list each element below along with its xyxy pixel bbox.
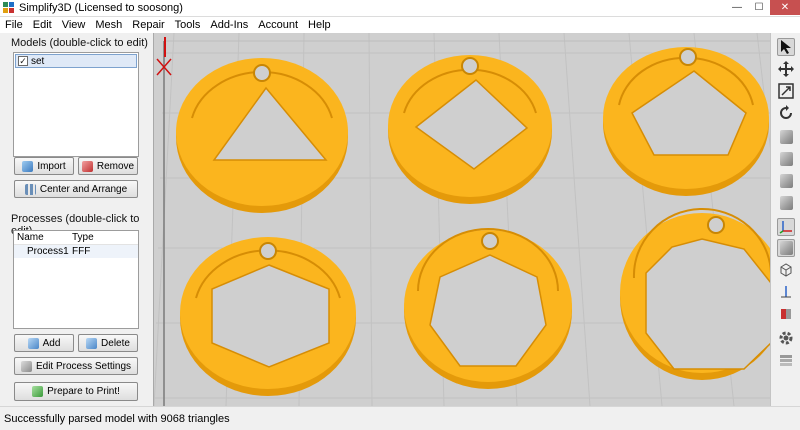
menu-bar: File Edit View Mesh Repair Tools Add-Ins…: [0, 17, 800, 33]
import-button[interactable]: Import: [14, 157, 74, 175]
right-toolbar: [770, 33, 800, 406]
rotate-icon: [780, 105, 792, 119]
print-icon: [32, 386, 44, 397]
edit-process-settings-button[interactable]: Edit Process Settings: [14, 357, 138, 375]
3d-viewport[interactable]: [153, 33, 770, 406]
menu-add-ins[interactable]: Add-Ins: [205, 18, 253, 32]
rotate-tool-button[interactable]: [777, 104, 795, 122]
scale-icon: [778, 83, 794, 99]
processes-table[interactable]: Name Type Process1 FFF: [13, 230, 139, 329]
view-side-icon: [779, 174, 793, 188]
cross-section-icon: [781, 309, 791, 319]
axis-icon: [779, 221, 792, 234]
prepare-to-print-button[interactable]: Prepare to Print!: [14, 382, 138, 401]
window-title: Simplify3D (Licensed to soosong): [19, 2, 183, 14]
menu-help[interactable]: Help: [303, 18, 336, 32]
status-bar: Successfully parsed model with 9068 tria…: [0, 406, 800, 430]
wireframe-cube-icon: [780, 263, 792, 277]
process-type: FFF: [72, 246, 91, 257]
menu-file[interactable]: File: [0, 18, 28, 32]
column-type[interactable]: Type: [72, 232, 94, 243]
edit-settings-icon: [20, 360, 32, 372]
move-icon: [778, 61, 794, 77]
import-icon: [22, 160, 34, 172]
menu-account[interactable]: Account: [253, 18, 303, 32]
minimize-button[interactable]: —: [726, 0, 748, 15]
z-axis-icon: [781, 286, 791, 298]
view-side-button[interactable]: [777, 172, 795, 190]
model-visible-checkbox[interactable]: ✓: [18, 56, 28, 66]
solid-view-button[interactable]: [777, 239, 795, 257]
model-item-set[interactable]: ✓ set: [15, 54, 137, 68]
view-top-button[interactable]: [777, 150, 795, 168]
pendant-triangle: [176, 58, 348, 213]
select-tool-button[interactable]: [777, 38, 795, 56]
pendant-pentagon: [603, 47, 769, 196]
menu-view[interactable]: View: [57, 18, 91, 32]
wireframe-view-button[interactable]: [777, 261, 795, 279]
delete-icon: [86, 337, 98, 349]
center-arrange-button[interactable]: Center and Arrange: [14, 180, 138, 198]
pendant-square: [388, 55, 552, 204]
arrange-icon: [24, 183, 36, 195]
view-front-icon: [779, 130, 793, 144]
maximize-button[interactable]: ☐: [748, 0, 770, 15]
process-name: Process1: [27, 246, 69, 257]
layers-button[interactable]: [777, 351, 795, 369]
view-iso-button[interactable]: [777, 194, 795, 212]
show-axis-button[interactable]: [777, 218, 795, 236]
pendant-heptagon: [404, 228, 572, 389]
processes-table-header: Name Type: [14, 231, 138, 245]
left-panel: Models (double-click to edit) ✓ set Impo…: [0, 33, 153, 406]
add-icon: [27, 337, 39, 349]
build-plate-scene: [154, 33, 770, 406]
select-arrow-icon: [781, 40, 791, 54]
cross-section-button[interactable]: [777, 305, 795, 323]
models-label: Models (double-click to edit): [11, 37, 148, 49]
solid-cube-icon: [779, 241, 793, 255]
remove-button[interactable]: Remove: [78, 157, 138, 175]
menu-edit[interactable]: Edit: [28, 18, 57, 32]
close-button[interactable]: ✕: [770, 0, 800, 15]
scale-tool-button[interactable]: [777, 82, 795, 100]
simplify3d-logo-icon: [3, 2, 15, 14]
z-axis-button[interactable]: [777, 283, 795, 301]
model-name: set: [31, 55, 45, 67]
table-row[interactable]: Process1 FFF: [14, 245, 138, 258]
pendant-octagon: [620, 208, 770, 380]
move-tool-button[interactable]: [777, 60, 795, 78]
layers-icon: [780, 355, 792, 366]
delete-process-button[interactable]: Delete: [78, 334, 138, 352]
add-process-button[interactable]: Add: [14, 334, 74, 352]
models-list[interactable]: ✓ set: [13, 52, 139, 157]
column-name[interactable]: Name: [14, 232, 72, 243]
view-iso-icon: [779, 196, 793, 210]
view-top-icon: [779, 152, 793, 166]
menu-mesh[interactable]: Mesh: [90, 18, 127, 32]
title-bar: Simplify3D (Licensed to soosong) — ☐ ✕: [0, 0, 800, 17]
remove-icon: [81, 160, 93, 172]
pendant-hexagon: [180, 237, 356, 396]
settings-gear-icon: [779, 331, 793, 345]
menu-repair[interactable]: Repair: [127, 18, 169, 32]
menu-tools[interactable]: Tools: [170, 18, 206, 32]
view-front-button[interactable]: [777, 128, 795, 146]
status-message: Successfully parsed model with 9068 tria…: [4, 412, 230, 425]
settings-button[interactable]: [777, 329, 795, 347]
